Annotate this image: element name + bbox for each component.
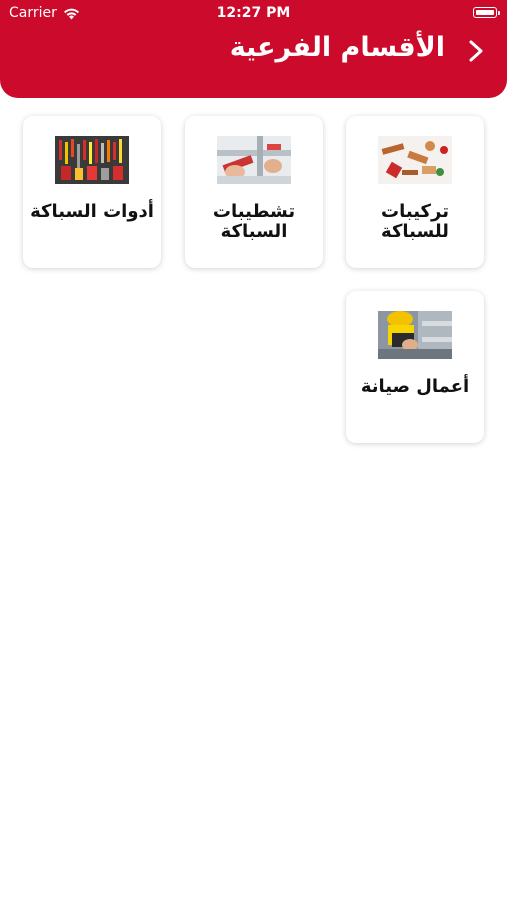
category-card-tools[interactable]: أدوات السباكة [23,116,161,268]
maintenance-worker-image [378,311,452,359]
category-label: تشطيبات السباكة [212,201,296,242]
category-card-finishing[interactable]: تشطيبات السباكة [185,116,323,268]
category-card-fittings[interactable]: تركيبات للسباكة [346,116,484,268]
category-label: تركيبات للسباكة [381,201,449,242]
subcategory-grid: تركيبات للسباكة تشطيبات السباكة أدوات ال… [0,0,507,900]
copper-fittings-image [378,136,452,184]
category-card-maintenance[interactable]: أعمال صيانة [346,291,484,443]
category-label: أدوات السباكة [30,201,154,222]
category-label: أعمال صيانة [360,376,470,397]
pipe-installation-image [217,136,291,184]
tools-wall-image [55,136,129,184]
